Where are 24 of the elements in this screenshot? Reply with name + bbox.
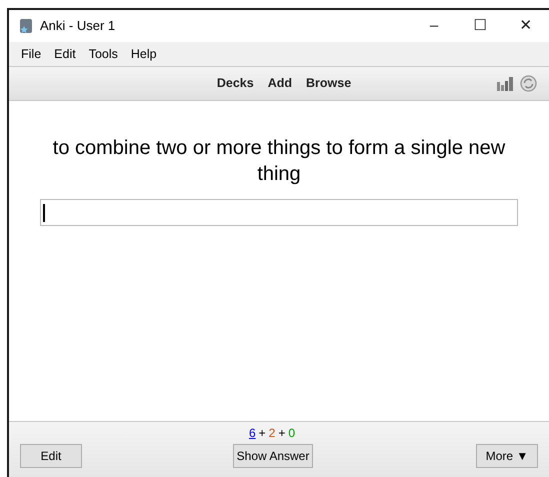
edit-button[interactable]: Edit xyxy=(20,444,82,468)
card-count: 6 xyxy=(248,425,256,442)
toolbar-link[interactable]: Decks xyxy=(216,74,254,93)
minimize-button[interactable]: – xyxy=(411,11,457,41)
more-button[interactable]: More ▼ xyxy=(476,444,538,468)
sync-icon[interactable] xyxy=(520,75,537,92)
card-question: to combine two or more things to form a single new thing xyxy=(52,136,506,187)
maximize-button[interactable]: ☐ xyxy=(457,11,503,41)
close-button[interactable]: ✕ xyxy=(503,11,549,41)
plus-sign: + xyxy=(278,425,286,442)
answer-input-field[interactable] xyxy=(40,199,518,226)
toolbar-link[interactable]: Add xyxy=(268,74,292,93)
app-icon xyxy=(19,18,33,34)
menu-item[interactable]: Edit xyxy=(49,44,81,64)
show-answer-button[interactable]: Show Answer xyxy=(233,444,313,468)
plus-sign: + xyxy=(258,425,266,442)
toolbar-link[interactable]: Browse xyxy=(306,74,352,93)
window-title: Anki - User 1 xyxy=(40,17,116,36)
bar-chart-icon[interactable] xyxy=(497,76,514,91)
menu-item[interactable]: File xyxy=(16,44,46,64)
menu-item[interactable]: Tools xyxy=(84,44,123,64)
card-count: 2 xyxy=(268,425,276,442)
card-count: 0 xyxy=(288,425,296,442)
menu-item[interactable]: Help xyxy=(126,44,162,64)
